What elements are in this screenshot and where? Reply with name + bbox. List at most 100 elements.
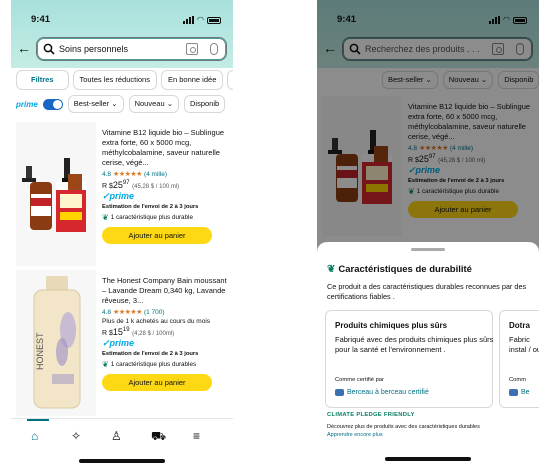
cert-link-text: Be: [521, 389, 530, 396]
rating-value: 4.8: [102, 170, 112, 178]
add-to-cart-button[interactable]: Ajouter au panier: [102, 374, 212, 391]
cart-icon[interactable]: ⛟: [151, 429, 166, 445]
product-rating[interactable]: 4.8 ★★★★★ (4 mille): [102, 170, 228, 179]
bestseller-dropdown[interactable]: Best-seller ⌄: [67, 95, 124, 113]
certification-logo-icon: [335, 389, 344, 396]
shipping-estimate: Estimation de l'envoi de 2 à 3 jours: [102, 351, 199, 357]
price-whole: 25: [112, 180, 123, 190]
prime-toggle[interactable]: [42, 98, 63, 110]
search-query: Soins personnels: [59, 44, 129, 54]
certification-card[interactable]: Dotra Fabric instal / ou l Comm Be: [499, 310, 539, 408]
durability-badge[interactable]: ❦ 1 caractéristique plus durables: [102, 360, 228, 369]
availability-dropdown[interactable]: Disponib: [183, 95, 226, 113]
svg-text:HONEST: HONEST: [35, 332, 45, 370]
review-count: (1 700): [143, 308, 165, 316]
search-input[interactable]: Soins personnels: [36, 37, 227, 61]
product-rating[interactable]: 4.8 ★★★★★ (1 700): [102, 308, 228, 317]
product-title[interactable]: The Honest Company Bain moussant – Lavan…: [102, 276, 228, 306]
cert-card-description: Fabric instal / ou l: [509, 335, 539, 354]
star-rating-icon: ★★★★★: [113, 171, 142, 178]
leaf-icon: ❦: [327, 264, 336, 275]
rating-value: 4.8: [102, 308, 112, 316]
phone-screen-left: 9:41 ◠ ← Soins personnels Filtres Toutes…: [11, 0, 233, 472]
price-whole: 15: [112, 327, 123, 337]
unit-price: (45,28 $ / 100 ml): [132, 184, 180, 190]
certification-logo-icon: [509, 389, 518, 396]
climate-pledge-description: Découvrez plus de produits avec des cara…: [327, 424, 480, 430]
prime-badge: ✓prime: [102, 338, 135, 348]
more-chip[interactable]: T: [227, 70, 233, 90]
sort-chips: prime Best-seller ⌄ Nouveau ⌄ Disponib: [11, 94, 233, 114]
prime-badge: ✓prime: [102, 191, 135, 201]
shipping-estimate: Estimation de l'envoi de 2 à 3 jours: [102, 204, 199, 210]
learn-more-link[interactable]: Apprendre encore plus: [327, 432, 383, 438]
cert-link-text: Berceau à berceau certifié: [347, 389, 429, 396]
home-indicator: [385, 457, 471, 461]
sparkle-icon[interactable]: ✧: [71, 429, 81, 443]
bought-count: Plus de 1 k achetés au cours du mois: [102, 318, 211, 325]
signal-icon: [183, 16, 195, 24]
microphone-icon[interactable]: [210, 43, 218, 55]
home-icon[interactable]: ⌂: [31, 429, 38, 443]
menu-icon[interactable]: ≡: [193, 429, 200, 443]
sheet-grabber[interactable]: [411, 248, 445, 251]
status-icons: ◠: [183, 16, 221, 24]
sheet-description: Ce produit a des caractéristiques durabl…: [327, 282, 527, 301]
status-time: 9:41: [31, 14, 51, 25]
search-icon: [43, 43, 55, 55]
good-idea-chip[interactable]: En bonne idée: [160, 70, 224, 90]
wifi-icon: ◠: [197, 15, 204, 24]
prime-label: prime: [16, 99, 38, 109]
all-deals-chip[interactable]: Toutes les réductions: [72, 70, 157, 90]
leaf-icon: ❦: [102, 360, 109, 369]
price-fraction: 19: [122, 327, 130, 333]
status-bar: 9:41 ◠: [11, 14, 233, 28]
climate-pledge-label: CLIMATE PLEDGE FRIENDLY: [327, 412, 415, 418]
durability-badge[interactable]: ❦ 1 caractéristique plus durable: [102, 213, 228, 222]
price-currency: R $: [102, 330, 113, 337]
home-indicator: [79, 459, 165, 463]
product-price: R $2597 (45,28 $ / 100 ml): [102, 180, 228, 190]
add-to-cart-button[interactable]: Ajouter au panier: [102, 227, 212, 244]
certification-card[interactable]: Produits chimiques plus sûrs Fabriqué av…: [325, 310, 493, 408]
bottom-tab-bar: ⌂ ✧ ♙ ⛟ ≡: [11, 418, 233, 472]
star-rating-icon: ★★★★★: [113, 309, 142, 316]
leaf-icon: ❦: [102, 213, 109, 222]
price-currency: R $: [102, 183, 113, 190]
battery-icon: [207, 17, 221, 24]
price-fraction: 97: [122, 180, 130, 186]
product-image-b12[interactable]: [16, 122, 96, 266]
account-icon[interactable]: ♙: [111, 429, 122, 443]
cert-card-title: Dotra: [509, 321, 530, 330]
b12-bottles-image: [16, 122, 96, 266]
back-arrow-icon[interactable]: ←: [17, 40, 31, 56]
durability-text: 1 caractéristique plus durable: [110, 214, 193, 221]
header: 9:41 ◠ ← Soins personnels: [11, 0, 233, 68]
new-dropdown[interactable]: Nouveau ⌄: [128, 95, 179, 113]
review-count: (4 mille): [143, 170, 168, 178]
product-image-honest[interactable]: HONEST: [16, 270, 96, 416]
durability-text: 1 caractéristique plus durables: [110, 361, 197, 368]
bubble-bath-bottle-image: HONEST: [16, 270, 96, 416]
product-card[interactable]: HONEST The Honest Company Bain moussant …: [16, 270, 228, 416]
product-card[interactable]: Vitamine B12 liquide bio – Sublingue ext…: [16, 122, 228, 266]
cert-link[interactable]: Be: [509, 389, 530, 396]
unit-price: (4,28 $ / 100ml): [132, 331, 175, 337]
cert-certified-by: Comme certifié par: [335, 377, 384, 383]
product-price: R $1519 (4,28 $ / 100ml): [102, 327, 228, 337]
product-title[interactable]: Vitamine B12 liquide bio – Sublingue ext…: [102, 128, 228, 168]
cert-card-title: Produits chimiques plus sûrs: [335, 321, 448, 330]
camera-scan-icon[interactable]: [186, 43, 198, 55]
product-info: The Honest Company Bain moussant – Lavan…: [102, 276, 228, 391]
sheet-title-text: Caractéristiques de durabilité: [338, 264, 472, 275]
product-info: Vitamine B12 liquide bio – Sublingue ext…: [102, 128, 228, 244]
active-tab-indicator: [27, 419, 49, 421]
sheet-title: ❦ Caractéristiques de durabilité: [327, 264, 472, 275]
durability-bottom-sheet: ❦ Caractéristiques de durabilité Ce prod…: [317, 242, 539, 472]
cert-card-description: Fabriqué avec des produits chimiques plu…: [335, 335, 494, 354]
filters-chip[interactable]: Filtres: [16, 70, 69, 90]
cert-link[interactable]: Berceau à berceau certifié: [335, 389, 429, 396]
cert-certified-by: Comm: [509, 377, 527, 383]
filter-chips: Filtres Toutes les réductions En bonne i…: [11, 70, 233, 92]
phone-screen-right: 9:41 ◠ ← Recherchez des produits . . . B…: [317, 0, 539, 472]
